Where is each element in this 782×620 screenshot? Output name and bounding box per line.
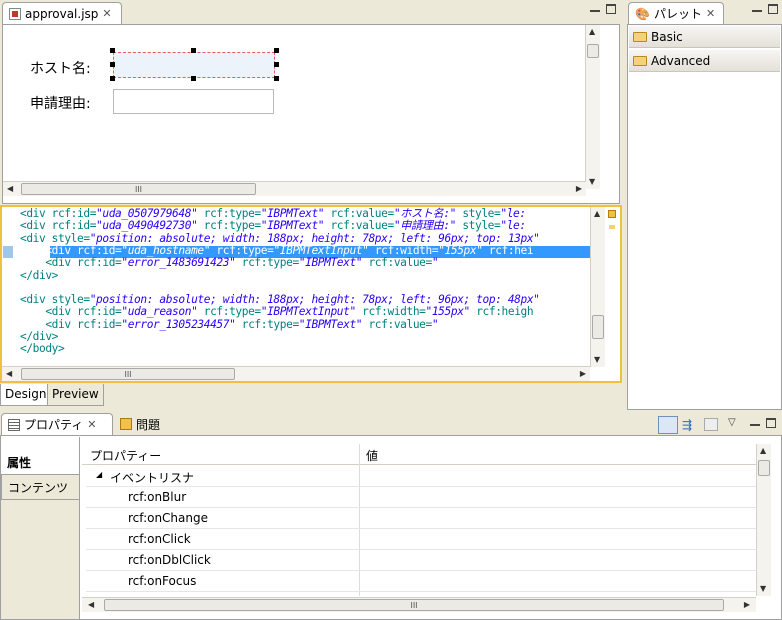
property-name: rcf:onFocus <box>128 574 197 588</box>
table-header <box>82 444 756 465</box>
editor-tab-approval[interactable]: approval.jsp ✕ <box>2 2 122 24</box>
palette-drawer-advanced[interactable]: Advanced <box>629 50 780 72</box>
property-name: rcf:onClick <box>128 532 191 546</box>
problems-icon <box>120 418 132 430</box>
source-line[interactable]: <div rcf:id="uda_hostname" rcf:type="IBP… <box>20 244 533 257</box>
source-line[interactable]: <div style="position: absolute; width: 1… <box>20 232 540 245</box>
properties-horizontal-scrollbar[interactable]: ◀ III ▶ <box>82 597 756 612</box>
group-row-event-listeners[interactable]: ◢ イベントリスナ <box>86 466 756 487</box>
source-line[interactable]: <div style="position: absolute; width: 1… <box>20 294 540 306</box>
source-line[interactable]: <div rcf:id="error_1483691423" rcf:type=… <box>20 257 438 269</box>
close-icon[interactable]: ✕ <box>102 7 111 20</box>
problems-tab-label: 問題 <box>136 417 161 432</box>
reason-input[interactable] <box>113 89 274 114</box>
scroll-thumb[interactable]: III <box>104 599 724 611</box>
palette-icon: 🎨 <box>635 6 650 21</box>
properties-tab[interactable]: プロパティ ✕ <box>1 413 113 435</box>
minimize-icon[interactable] <box>752 6 762 12</box>
palette-pane <box>627 24 782 410</box>
scroll-thumb[interactable] <box>758 460 770 476</box>
source-line[interactable]: <div rcf:id="uda_0490492730" rcf:type="I… <box>20 220 526 232</box>
resize-handle[interactable] <box>110 76 115 81</box>
design-canvas[interactable] <box>2 24 620 204</box>
scroll-thumb[interactable]: III <box>21 183 256 195</box>
source-vertical-scrollbar[interactable]: ▲ ▼ <box>590 207 605 367</box>
property-row[interactable]: rcf:onBlur <box>86 487 756 508</box>
property-row[interactable]: rcf:onClick <box>86 529 756 550</box>
resize-handle[interactable] <box>274 62 279 67</box>
property-row[interactable]: rcf:onFocus <box>86 571 756 592</box>
tab-preview[interactable]: Preview <box>48 384 104 406</box>
source-line[interactable]: </div> <box>20 269 58 282</box>
reason-label: 申請理由: <box>30 96 91 112</box>
property-row[interactable]: rcf:onDblClick <box>86 550 756 571</box>
line-change-marker <box>3 246 13 258</box>
maximize-icon[interactable] <box>766 418 776 428</box>
properties-icon <box>8 418 20 431</box>
column-header-value[interactable]: 値 <box>366 447 378 464</box>
resize-handle[interactable] <box>274 76 279 81</box>
jsp-file-icon <box>9 7 21 20</box>
resize-handle[interactable] <box>110 48 115 53</box>
side-tab-attributes[interactable]: 属性 <box>1 450 79 474</box>
property-name: rcf:onBlur <box>128 490 187 504</box>
host-input[interactable] <box>113 52 275 78</box>
palette-tab[interactable]: 🎨 パレット ✕ <box>628 2 724 24</box>
tab-design[interactable]: Design <box>0 384 48 406</box>
scroll-thumb[interactable] <box>587 44 599 58</box>
folder-icon <box>633 31 647 42</box>
palette-drawer-basic[interactable]: Basic <box>629 26 780 48</box>
resize-handle[interactable] <box>191 48 196 53</box>
host-label: ホスト名: <box>30 61 91 77</box>
property-row[interactable]: rcf:onChange <box>86 508 756 529</box>
properties-tab-label: プロパティ <box>24 418 84 432</box>
minimize-icon[interactable] <box>750 420 760 426</box>
editor-tab-label: approval.jsp <box>25 6 99 21</box>
problems-tab[interactable]: 問題 <box>120 414 160 434</box>
close-icon[interactable]: ✕ <box>87 418 96 431</box>
close-icon[interactable]: ✕ <box>706 7 715 20</box>
side-tab-separator <box>79 437 80 619</box>
restore-default-icon[interactable] <box>704 418 718 431</box>
minimize-icon[interactable] <box>590 6 600 12</box>
side-tab-area <box>1 500 79 619</box>
show-advanced-icon[interactable]: ⇶ <box>682 418 698 432</box>
resize-handle[interactable] <box>110 62 115 67</box>
categories-toggle-icon[interactable] <box>658 416 678 434</box>
side-tab-contents[interactable]: コンテンツ <box>1 474 79 500</box>
group-label: イベントリスナ <box>110 471 195 485</box>
source-line[interactable]: <div rcf:id="uda_reason" rcf:type="IBPMT… <box>20 306 533 318</box>
design-horizontal-scrollbar[interactable]: ◀ III ▶ <box>3 181 586 196</box>
view-menu-icon[interactable]: ▽ <box>728 417 736 428</box>
source-line[interactable]: <div rcf:id="uda_0507979648" rcf:type="I… <box>20 208 526 220</box>
column-header-property[interactable]: プロパティー <box>90 447 161 464</box>
overview-ruler-marker <box>609 225 615 229</box>
overview-ruler-marker <box>608 210 616 218</box>
folder-icon <box>633 55 647 66</box>
maximize-icon[interactable] <box>606 4 616 14</box>
source-line[interactable]: </body> <box>20 343 65 355</box>
property-name: rcf:onChange <box>128 511 208 525</box>
design-vertical-scrollbar[interactable]: ▲ ▼ <box>585 25 600 189</box>
properties-vertical-scrollbar[interactable]: ▲ ▼ <box>756 444 771 596</box>
maximize-icon[interactable] <box>768 4 778 14</box>
palette-item-label: Advanced <box>651 53 711 68</box>
palette-item-label: Basic <box>651 29 683 44</box>
resize-handle[interactable] <box>191 76 196 81</box>
property-name: rcf:onDblClick <box>128 553 211 567</box>
palette-tab-label: パレット <box>653 7 702 21</box>
source-line[interactable]: <div rcf:id="error_1305234457" rcf:type=… <box>20 318 438 331</box>
source-line[interactable]: </div> <box>20 331 58 343</box>
scroll-thumb[interactable]: III <box>21 368 235 380</box>
scroll-thumb[interactable] <box>592 315 604 339</box>
expand-triangle-icon[interactable]: ◢ <box>96 470 102 479</box>
source-horizontal-scrollbar[interactable]: ◀ III ▶ <box>2 366 590 381</box>
resize-handle[interactable] <box>274 48 279 53</box>
